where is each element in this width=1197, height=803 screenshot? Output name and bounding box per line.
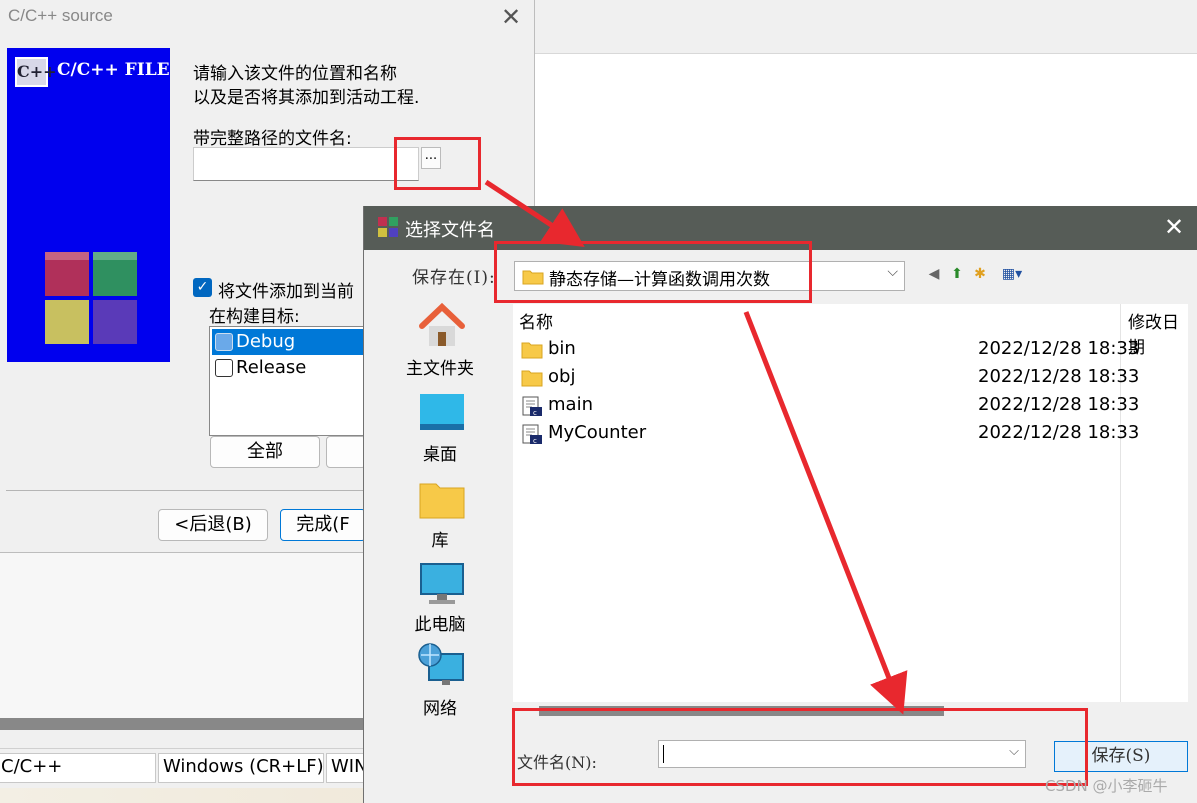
watermark: CSDN @小李砸牛 [1045,777,1168,795]
annotation-arrow-2 [743,311,908,715]
annotation-arrows [484,179,908,715]
annotation-arrow-1 [484,179,585,247]
